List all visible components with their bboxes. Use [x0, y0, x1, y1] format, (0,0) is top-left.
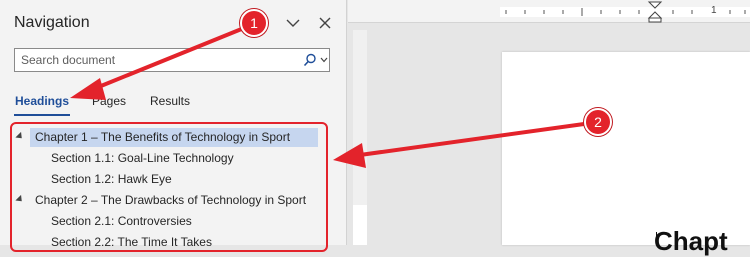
- arrow-1-head: [70, 78, 106, 100]
- arrow-2-head: [333, 143, 366, 168]
- annotation-badge-2: 2: [584, 108, 612, 136]
- annotation-badge-1: 1: [240, 9, 268, 37]
- annotation-arrows: [70, 26, 586, 168]
